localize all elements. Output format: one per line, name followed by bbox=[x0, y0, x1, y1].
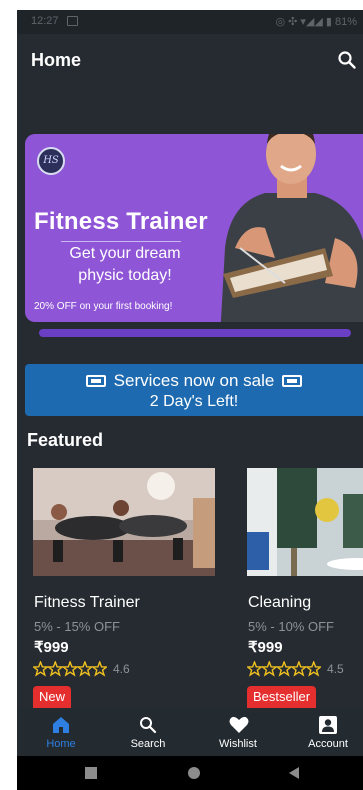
home-icon bbox=[53, 717, 69, 733]
page-title: Home bbox=[31, 50, 82, 70]
carousel-indicator bbox=[39, 329, 351, 337]
brand-logo: HS bbox=[37, 147, 65, 175]
featured-card-cleaning[interactable]: Cleaning 5% - 10% OFF ₹999 4.5 Bestselle… bbox=[245, 468, 363, 708]
sale-banner-line1: Services now on sale bbox=[25, 371, 363, 391]
nav-search[interactable]: Search bbox=[113, 708, 183, 756]
heart-icon bbox=[229, 716, 249, 733]
stars-icon bbox=[245, 659, 323, 677]
banner-divider bbox=[61, 241, 181, 242]
featured-heading: Featured bbox=[27, 430, 104, 450]
recents-button[interactable] bbox=[85, 767, 97, 779]
ticket-icon bbox=[85, 375, 106, 387]
star-rating: 4.5 bbox=[245, 659, 344, 678]
card-price: ₹999 bbox=[34, 639, 69, 656]
notification-icon bbox=[67, 16, 78, 26]
stars-icon bbox=[31, 659, 109, 677]
nav-wishlist-label: Wishlist bbox=[219, 738, 257, 750]
card-discount: 5% - 10% OFF bbox=[248, 619, 334, 634]
bestseller-badge: Bestseller bbox=[247, 686, 317, 708]
banner-title: Fitness Trainer bbox=[34, 208, 208, 235]
nav-home[interactable]: Home bbox=[26, 708, 96, 756]
fitness-image bbox=[33, 468, 215, 576]
banner-subtitle: Get your dream physic today! bbox=[69, 245, 181, 284]
rating-value: 4.6 bbox=[113, 661, 130, 676]
card-title: Fitness Trainer bbox=[34, 594, 140, 611]
nav-wishlist[interactable]: Wishlist bbox=[203, 708, 273, 756]
bottom-navigation: Home Search Wishlist Account bbox=[17, 708, 363, 756]
search-icon bbox=[140, 717, 157, 734]
nav-search-label: Search bbox=[130, 738, 166, 750]
card-discount: 5% - 15% OFF bbox=[34, 619, 120, 634]
nav-home-label: Home bbox=[46, 738, 76, 750]
rating-value: 4.5 bbox=[327, 661, 344, 676]
ticket-icon bbox=[282, 375, 303, 387]
nav-account-label: Account bbox=[308, 738, 348, 750]
card-price: ₹999 bbox=[248, 639, 283, 656]
back-button[interactable] bbox=[289, 767, 299, 779]
status-time: 12:27 bbox=[31, 15, 59, 27]
phone-screen: 12:27 ◎ ✣ ▾◢◢ ▮ 81% Home HS Fitness Trai… bbox=[17, 10, 363, 790]
app-bar: Home bbox=[17, 34, 363, 88]
featured-card-fitness[interactable]: Fitness Trainer 5% - 15% OFF ₹999 4.6 Ne… bbox=[31, 468, 215, 708]
sale-banner-line2: 2 Day's Left! bbox=[149, 393, 239, 410]
new-badge: New bbox=[33, 686, 72, 708]
banner-offer: 20% OFF on your first booking! bbox=[34, 301, 173, 312]
trainer-image bbox=[220, 134, 363, 322]
home-button[interactable] bbox=[188, 767, 200, 779]
system-navigation-bar bbox=[17, 756, 363, 790]
cleaning-image bbox=[247, 468, 363, 576]
account-icon bbox=[319, 716, 337, 734]
card-title: Cleaning bbox=[248, 594, 312, 611]
star-rating: 4.6 bbox=[31, 659, 130, 678]
nav-account[interactable]: Account bbox=[293, 708, 363, 756]
promo-banner[interactable]: HS Fitness Trainer Get your dream physic… bbox=[25, 134, 363, 322]
search-icon[interactable] bbox=[337, 50, 357, 70]
sale-banner[interactable]: Services now on sale 2 Day's Left! bbox=[25, 364, 363, 416]
status-bar: 12:27 ◎ ✣ ▾◢◢ ▮ 81% bbox=[17, 10, 363, 34]
status-indicators: ◎ ✣ ▾◢◢ ▮ 81% bbox=[275, 16, 357, 28]
